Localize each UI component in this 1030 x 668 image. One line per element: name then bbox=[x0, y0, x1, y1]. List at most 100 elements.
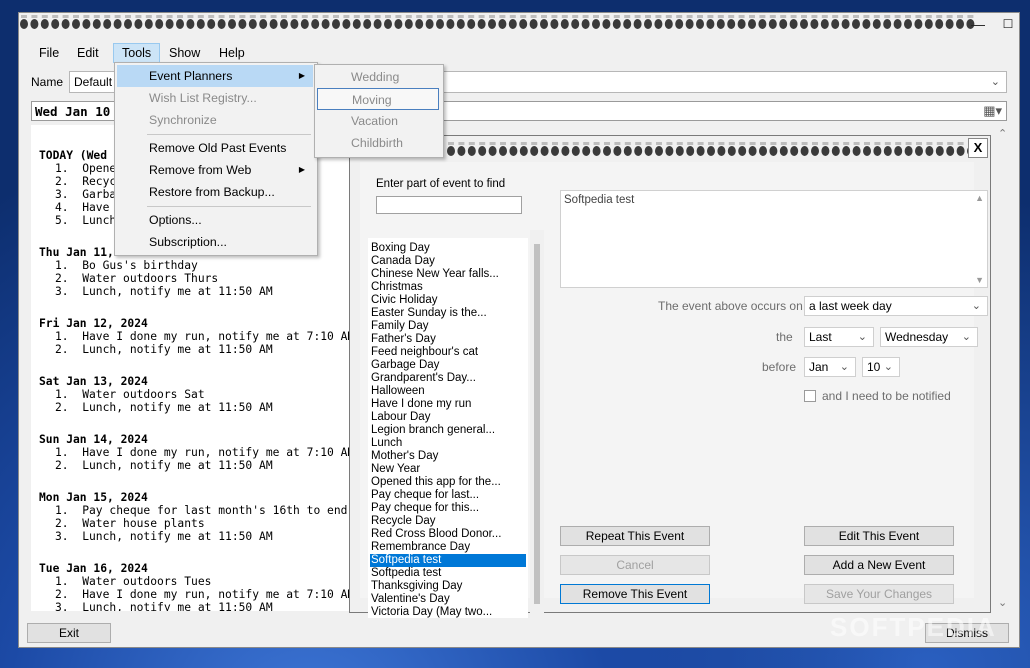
scroll-up-icon[interactable]: ⌃ bbox=[998, 127, 1007, 140]
save-changes-button[interactable]: Save Your Changes bbox=[804, 584, 954, 604]
binder-ring bbox=[613, 146, 622, 156]
event-list-item[interactable]: Pay cheque for this... bbox=[370, 502, 526, 515]
scroll-up-icon[interactable]: ▲ bbox=[975, 193, 984, 203]
binder-ring-highlight bbox=[728, 142, 735, 145]
binder-ring-highlight bbox=[229, 15, 235, 18]
minimize-button[interactable]: — bbox=[967, 15, 989, 33]
maximize-button[interactable]: ☐ bbox=[997, 15, 1019, 33]
binder-ring-highlight bbox=[853, 142, 860, 145]
edit-event-button[interactable]: Edit This Event bbox=[804, 526, 954, 546]
binder-ring bbox=[924, 19, 933, 29]
event-list-item[interactable]: Easter Sunday is the... bbox=[370, 307, 526, 320]
main-scrollbar[interactable]: ⌃ ⌄ bbox=[995, 125, 1011, 611]
calendar-icon[interactable]: ▦▾ bbox=[983, 103, 1002, 119]
binder-ring bbox=[82, 19, 91, 29]
exit-button[interactable]: Exit bbox=[27, 623, 111, 643]
menu-item-wish-list[interactable]: Wish List Registry... bbox=[117, 87, 313, 109]
event-list-item[interactable]: Have I done my run bbox=[370, 398, 526, 411]
event-text-area[interactable]: Softpedia test ▲ ▼ bbox=[560, 190, 988, 288]
binder-ring bbox=[290, 19, 299, 29]
watermark-text: SOFTPEDIA bbox=[830, 612, 997, 642]
binder-ring-highlight bbox=[437, 15, 443, 18]
binder-ring bbox=[165, 19, 174, 29]
menu-item-subscription[interactable]: Subscription... bbox=[117, 231, 313, 253]
event-list-item[interactable]: Mother's Day bbox=[370, 450, 526, 463]
menu-item-remove-old[interactable]: Remove Old Past Events bbox=[117, 137, 313, 159]
event-list-item[interactable]: Opened this app for the... bbox=[370, 476, 526, 489]
event-list-item[interactable]: Victoria Day (May two... bbox=[370, 606, 526, 619]
menu-item-remove-web[interactable]: Remove from Web ▶ bbox=[117, 159, 313, 181]
event-list-item[interactable]: Halloween bbox=[370, 385, 526, 398]
event-list-item[interactable]: Christmas bbox=[370, 281, 526, 294]
submenu-item-wedding[interactable]: Wedding bbox=[317, 66, 439, 88]
event-list-item[interactable]: Pay cheque for last... bbox=[370, 489, 526, 502]
scroll-down-icon[interactable]: ▼ bbox=[975, 275, 984, 285]
event-list-item[interactable]: Remembrance Day bbox=[370, 541, 526, 554]
binder-ring bbox=[894, 146, 903, 156]
weekday-select[interactable]: Wednesday ⌄ bbox=[880, 327, 978, 347]
event-list-item[interactable]: Garbage Day bbox=[370, 359, 526, 372]
event-list-item[interactable]: Softpedia test bbox=[370, 554, 526, 567]
menu-edit[interactable]: Edit bbox=[69, 43, 107, 63]
event-list-item[interactable]: Father's Day bbox=[370, 333, 526, 346]
ordinal-select[interactable]: Last ⌄ bbox=[804, 327, 874, 347]
menu-separator bbox=[147, 134, 311, 135]
notify-checkbox[interactable] bbox=[804, 390, 816, 402]
binder-ring bbox=[582, 146, 591, 156]
find-input[interactable] bbox=[376, 196, 522, 214]
binder-ring bbox=[737, 19, 746, 29]
menu-help[interactable]: Help bbox=[211, 43, 253, 63]
agenda-item: 2. Lunch, notify me at 11:50 AM bbox=[55, 343, 273, 356]
event-list-item[interactable]: Lunch bbox=[370, 437, 526, 450]
binder-ring-highlight bbox=[759, 15, 766, 18]
submenu-item-childbirth[interactable]: Childbirth bbox=[317, 132, 439, 154]
submenu-item-moving[interactable]: Moving bbox=[317, 88, 439, 110]
binder-ring bbox=[935, 19, 944, 29]
menu-item-event-planners[interactable]: Event Planners ▶ bbox=[117, 65, 313, 87]
binder-ring-highlight bbox=[73, 15, 79, 18]
remove-event-button[interactable]: Remove This Event bbox=[560, 584, 710, 604]
event-list-item[interactable]: Legion branch general... bbox=[370, 424, 526, 437]
month-select[interactable]: Jan ⌄ bbox=[804, 357, 856, 377]
binder-ring-highlight bbox=[874, 142, 881, 145]
event-list-item[interactable]: Labour Day bbox=[370, 411, 526, 424]
menu-item-restore-backup[interactable]: Restore from Backup... bbox=[117, 181, 313, 203]
scroll-thumb[interactable] bbox=[534, 244, 540, 604]
add-event-button[interactable]: Add a New Event bbox=[804, 555, 954, 575]
submenu-item-vacation[interactable]: Vacation bbox=[317, 110, 439, 132]
repeat-event-button[interactable]: Repeat This Event bbox=[560, 526, 710, 546]
event-list-item[interactable]: Recycle Day bbox=[370, 515, 526, 528]
event-list-item[interactable]: Valentine's Day bbox=[370, 593, 526, 606]
event-listbox[interactable]: Boxing Day Canada Day Chinese New Year fal… bbox=[368, 238, 528, 618]
event-list-item[interactable]: Boxing Day bbox=[370, 242, 526, 255]
event-list-item[interactable]: Canada Day bbox=[370, 255, 526, 268]
binder-ring-highlight bbox=[738, 15, 745, 18]
event-list-item[interactable]: Civic Holiday bbox=[370, 294, 526, 307]
dialog-close-button[interactable]: X bbox=[968, 138, 988, 158]
menu-tools[interactable]: Tools bbox=[113, 43, 161, 63]
event-list-item[interactable]: Red Cross Blood Donor... bbox=[370, 528, 526, 541]
event-list-item[interactable]: Thanksgiving Day bbox=[370, 580, 526, 593]
occurs-select[interactable]: a last week day ⌄ bbox=[804, 296, 988, 316]
cancel-button[interactable]: Cancel bbox=[560, 555, 710, 575]
event-list-item[interactable]: Feed neighbour's cat bbox=[370, 346, 526, 359]
event-list-item[interactable]: New Year bbox=[370, 463, 526, 476]
menu-item-synchronize[interactable]: Synchronize bbox=[117, 109, 313, 131]
binder-ring-highlight bbox=[478, 15, 485, 18]
event-list-scrollbar[interactable] bbox=[530, 230, 544, 618]
binder-ring-highlight bbox=[926, 142, 933, 145]
event-list-item[interactable]: Softpedia test bbox=[370, 567, 526, 580]
binder-ring bbox=[259, 19, 268, 29]
event-list-item[interactable]: Family Day bbox=[370, 320, 526, 333]
binder-ring-highlight bbox=[864, 142, 870, 145]
menu-file[interactable]: File bbox=[31, 43, 67, 63]
event-list-item[interactable]: Grandparent's Day... bbox=[370, 372, 526, 385]
event-list-item[interactable]: Chinese New Year falls... bbox=[370, 268, 526, 281]
scroll-down-icon[interactable]: ⌄ bbox=[998, 596, 1007, 609]
menu-show[interactable]: Show bbox=[161, 43, 208, 63]
menu-item-options[interactable]: Options... bbox=[117, 209, 313, 231]
binder-ring bbox=[727, 19, 736, 29]
name-label: Name bbox=[31, 75, 64, 89]
day-select[interactable]: 10 ⌄ bbox=[862, 357, 900, 377]
binder-ring-highlight bbox=[52, 15, 59, 18]
